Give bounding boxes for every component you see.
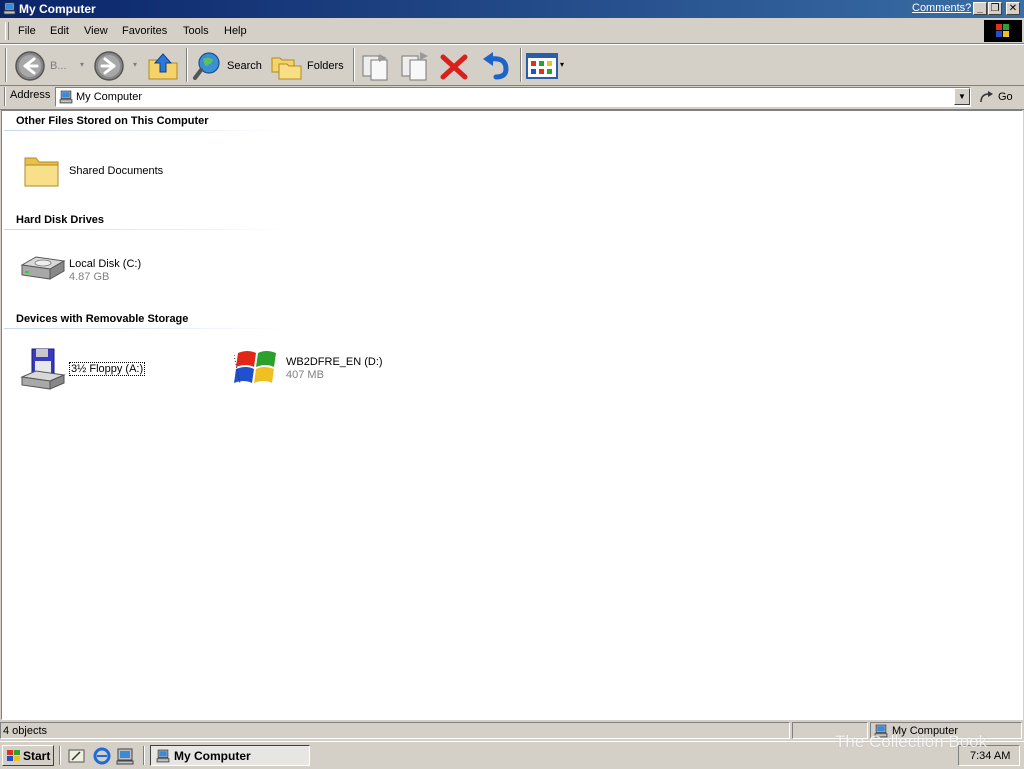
forward-button[interactable]: ▾ — [93, 47, 143, 83]
toolbar-separator — [520, 48, 522, 82]
group-header-removable-storage: Devices with Removable Storage — [16, 313, 189, 325]
status-pane-count: 4 objects — [0, 722, 790, 739]
toolbar-separator — [353, 48, 355, 82]
menu-tools[interactable]: Tools — [183, 25, 209, 37]
cd-drive-icon — [234, 351, 276, 384]
explorer-icon[interactable] — [116, 747, 134, 765]
address-input[interactable]: My Computer — [55, 87, 971, 107]
back-arrow-icon — [15, 51, 45, 81]
window-title: My Computer — [19, 2, 96, 16]
my-computer-icon — [3, 2, 16, 15]
address-bar: Address My Computer ▼ Go — [0, 85, 1024, 110]
move-to-icon — [362, 54, 388, 81]
taskbar-separator — [143, 746, 145, 765]
views-dropdown-icon[interactable]: ▾ — [560, 60, 564, 69]
delete-button[interactable] — [438, 47, 472, 83]
menu-bar: File Edit View Favorites Tools Help — [0, 19, 1024, 44]
show-desktop-icon[interactable] — [68, 748, 86, 764]
windows-throbber — [984, 20, 1022, 42]
object-count: 4 objects — [3, 725, 48, 737]
group-divider — [4, 130, 289, 131]
address-dropdown-button[interactable]: ▼ — [954, 88, 970, 105]
search-icon — [193, 52, 220, 80]
go-arrow-icon — [980, 91, 993, 103]
address-value: My Computer — [76, 91, 143, 103]
taskbar-button-label: My Computer — [174, 749, 251, 763]
back-button[interactable]: B... ▾ — [12, 47, 90, 83]
address-grip[interactable] — [4, 87, 6, 106]
up-folder-icon — [148, 53, 178, 80]
folders-icon — [271, 57, 302, 80]
taskbar-separator — [59, 746, 61, 765]
start-button[interactable]: Start — [2, 745, 54, 766]
undo-button[interactable] — [478, 47, 514, 83]
toolbar: B... ▾ ▾ Search Folders ▾ — [0, 44, 1024, 86]
views-button[interactable]: ▾ — [526, 47, 568, 83]
undo-icon — [483, 52, 509, 80]
back-dropdown-icon[interactable]: ▾ — [80, 60, 84, 69]
start-label: Start — [23, 749, 51, 763]
title-bar[interactable]: My Computer Comments? _ ❐ ✕ — [0, 0, 1024, 18]
menu-grip[interactable] — [5, 22, 9, 40]
folders-label: Folders — [307, 60, 344, 72]
address-label: Address — [10, 89, 51, 101]
item-name: WB2DFRE_EN (D:) — [286, 356, 383, 368]
up-button[interactable] — [146, 47, 180, 83]
views-icon — [526, 53, 558, 79]
search-label: Search — [227, 60, 262, 72]
hard-disk-icon — [20, 256, 66, 280]
toolbar-grip[interactable] — [5, 48, 7, 82]
item-name: Local Disk (C:) — [69, 258, 142, 270]
menu-file[interactable]: File — [18, 25, 36, 37]
my-computer-icon — [156, 749, 170, 763]
item-detail: 4.87 GB — [69, 271, 110, 283]
close-button[interactable]: ✕ — [1006, 2, 1020, 15]
copy-to-icon — [401, 52, 428, 81]
menu-view[interactable]: View — [84, 25, 108, 37]
go-button[interactable]: Go — [976, 88, 1020, 106]
menu-edit[interactable]: Edit — [50, 25, 69, 37]
minimize-button[interactable]: _ — [973, 2, 987, 15]
chevron-down-icon: ▼ — [958, 92, 966, 101]
back-label: B... — [50, 60, 67, 72]
group-divider — [4, 328, 289, 329]
taskbar-button-my-computer[interactable]: My Computer — [150, 745, 310, 766]
copy-to-button[interactable] — [398, 47, 432, 83]
go-label: Go — [998, 91, 1013, 103]
floppy-drive-icon — [20, 348, 66, 390]
folders-button[interactable]: Folders — [270, 47, 346, 83]
forward-arrow-icon — [94, 51, 124, 81]
my-computer-icon — [59, 90, 73, 104]
search-button[interactable]: Search — [192, 47, 264, 83]
item-name: Shared Documents — [69, 165, 164, 177]
folder-icon — [24, 157, 59, 187]
group-divider — [4, 229, 289, 230]
comments-link[interactable]: Comments? — [912, 2, 971, 14]
windows-logo-icon — [996, 24, 1009, 37]
group-header-hard-disk-drives: Hard Disk Drives — [16, 214, 105, 226]
delete-x-icon — [440, 54, 468, 80]
minimize-icon: _ — [977, 3, 983, 14]
restore-button[interactable]: ❐ — [988, 2, 1002, 15]
menu-help[interactable]: Help — [224, 25, 247, 37]
menu-favorites[interactable]: Favorites — [122, 25, 167, 37]
toolbar-separator — [186, 48, 188, 82]
group-header-other-files: Other Files Stored on This Computer — [16, 115, 209, 127]
internet-explorer-icon[interactable] — [93, 747, 111, 765]
restore-icon: ❐ — [990, 3, 1000, 14]
item-name: 3½ Floppy (A:) — [69, 362, 146, 376]
windows-logo-icon — [7, 750, 20, 761]
watermark: The Collection Book — [835, 732, 988, 751]
item-detail: 407 MB — [286, 369, 324, 381]
close-icon: ✕ — [1008, 3, 1018, 14]
file-list-pane[interactable]: Other Files Stored on This Computer Shar… — [1, 110, 1023, 720]
forward-dropdown-icon[interactable]: ▾ — [133, 60, 137, 69]
move-to-button[interactable] — [359, 47, 393, 83]
